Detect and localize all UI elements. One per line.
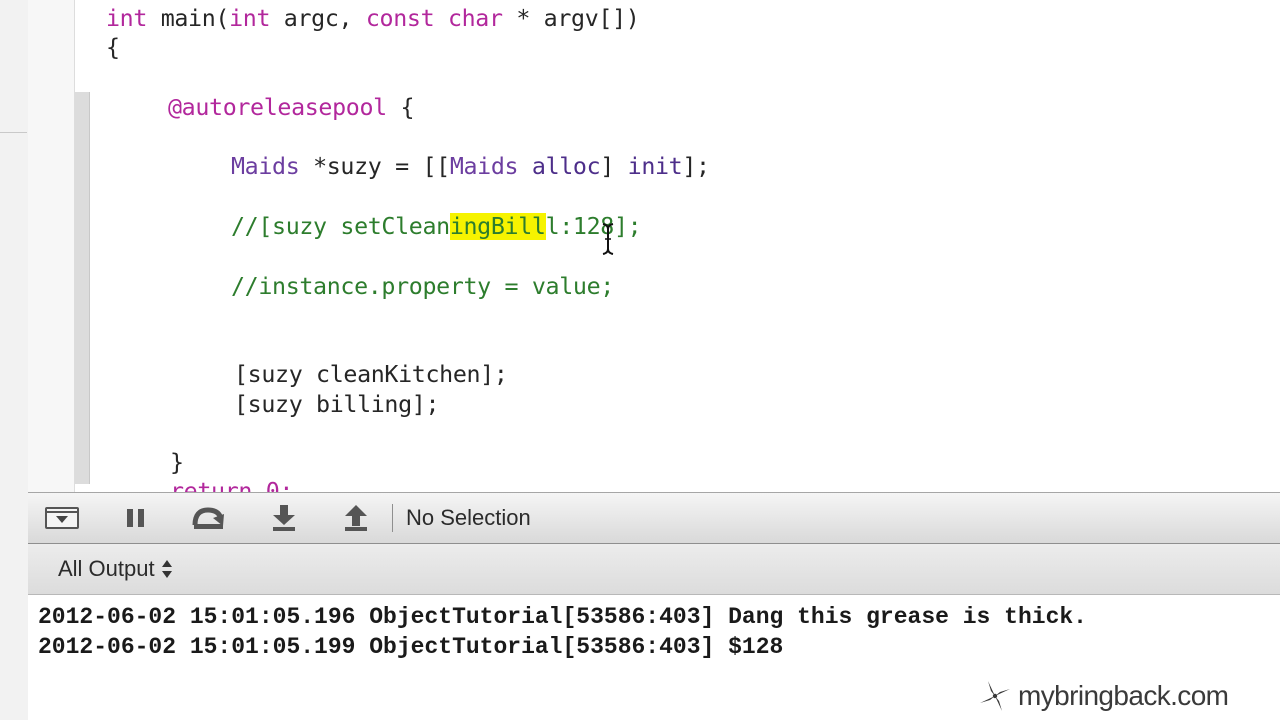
toolbar-divider	[392, 504, 393, 532]
navigator-edge	[0, 0, 29, 720]
navigator-divider	[0, 132, 27, 133]
toggle-console-button[interactable]	[44, 503, 80, 533]
code-line-clean-kitchen[interactable]: [suzy cleanKitchen];	[234, 360, 508, 390]
line-number-gutter[interactable]	[28, 0, 75, 492]
step-over-icon	[192, 507, 224, 529]
keyword-token: int	[229, 5, 271, 32]
code-token: {	[386, 94, 415, 121]
method-token: init	[627, 153, 683, 180]
code-line-comment-setter[interactable]: //[suzy setCleaningBilll:128];	[231, 212, 642, 242]
stepper-arrows-icon	[161, 558, 173, 580]
code-token: ]	[600, 153, 628, 180]
class-token: Maids	[231, 153, 300, 180]
toggle-console-icon	[45, 507, 79, 529]
code-token: * argv[])	[502, 5, 640, 32]
code-line-main-signature[interactable]: int main(int argc, const char * argv[])	[106, 4, 640, 34]
search-highlight: ingBill	[449, 213, 546, 240]
step-out-button[interactable]	[338, 503, 374, 533]
step-over-button[interactable]	[190, 503, 226, 533]
pause-icon	[127, 509, 144, 527]
pause-button[interactable]	[118, 503, 154, 533]
code-line-billing[interactable]: [suzy billing];	[234, 390, 439, 420]
watermark-text: mybringback.com	[1018, 680, 1229, 711]
output-filter-label: All Output	[58, 556, 155, 581]
code-line-close-brace[interactable]: }	[170, 448, 184, 478]
log-line: 2012-06-02 15:01:05.196 ObjectTutorial[5…	[38, 604, 1087, 630]
class-token: Maids	[449, 153, 519, 180]
code-line-return[interactable]: return 0;	[170, 477, 293, 492]
output-filter-select[interactable]: All Output	[58, 554, 173, 584]
code-token: argc,	[270, 5, 366, 32]
code-folding-ribbon[interactable]	[75, 0, 91, 492]
pinwheel-logo-icon	[980, 681, 1010, 711]
keyword-token: int	[106, 5, 148, 32]
code-line-autoreleasepool[interactable]: @autoreleasepool {	[168, 93, 415, 123]
console-header: All Output	[28, 544, 1280, 595]
watermark: mybringback.com	[978, 676, 1229, 716]
comment-token: //[suzy setClean	[231, 213, 450, 240]
code-token: main(	[147, 5, 230, 32]
text-cursor-icon	[602, 223, 614, 255]
method-token: alloc	[531, 153, 601, 180]
directive-token: @autoreleasepool	[168, 94, 387, 121]
fold-scope-indicator[interactable]	[75, 92, 90, 484]
step-out-icon	[345, 505, 367, 531]
keyword-token: const	[365, 5, 435, 32]
step-into-icon	[273, 505, 295, 531]
code-token: *suzy = [[	[299, 153, 450, 180]
source-editor[interactable]: int main(int argc, const char * argv[]) …	[92, 0, 1280, 492]
debug-toolbar: No Selection	[28, 492, 1280, 544]
log-line: 2012-06-02 15:01:05.199 ObjectTutorial[5…	[38, 634, 784, 660]
code-line-alloc-init[interactable]: Maids *suzy = [[Maids alloc] init];	[231, 152, 710, 182]
code-token: ];	[682, 153, 710, 180]
code-line-open-brace[interactable]: {	[106, 33, 120, 63]
thread-selection-label[interactable]: No Selection	[406, 505, 531, 531]
keyword-token: char	[447, 5, 503, 32]
step-into-button[interactable]	[266, 503, 302, 533]
comment-token: l:128];	[545, 213, 642, 240]
code-line-comment-property[interactable]: //instance.property = value;	[231, 272, 614, 302]
